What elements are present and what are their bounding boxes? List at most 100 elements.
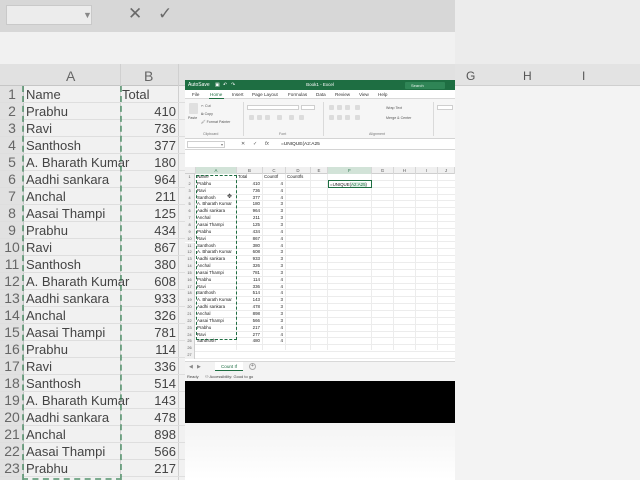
total-cell[interactable]: 326	[237, 263, 262, 270]
total-cell[interactable]: 380	[237, 243, 262, 250]
number-format-dropdown[interactable]	[437, 105, 453, 110]
align-top-icon[interactable]	[329, 105, 334, 110]
copy-button[interactable]: ⧉ Copy	[201, 112, 213, 116]
countif-cell[interactable]: 3	[263, 263, 285, 270]
row-number[interactable]: 10	[185, 235, 195, 243]
cell-c1[interactable]: CountIf	[263, 174, 285, 181]
countif-cell[interactable]: 3	[263, 297, 285, 304]
countif-cell[interactable]: 4	[263, 188, 285, 195]
row-number[interactable]: 14	[185, 263, 195, 270]
total-cell[interactable]: 781	[237, 270, 262, 277]
search-box[interactable]: Search	[405, 81, 445, 89]
orientation-icon[interactable]	[355, 105, 360, 110]
row-number[interactable]: 24	[185, 331, 195, 339]
row-number[interactable]: 9	[185, 228, 195, 236]
wrap-text-button[interactable]: Wrap Text	[386, 106, 402, 110]
row-number[interactable]: 5	[185, 201, 195, 209]
countif-cell[interactable]: 4	[263, 290, 285, 297]
underline-icon[interactable]	[265, 115, 270, 120]
total-cell[interactable]: 217	[237, 325, 262, 332]
countif-cell[interactable]: 3	[263, 270, 285, 277]
align-left-icon[interactable]	[329, 115, 334, 120]
prev-sheet-icon[interactable]: ◀	[189, 364, 193, 370]
total-cell[interactable]: 867	[237, 236, 262, 243]
format-painter-button[interactable]: 🖌 Format Painter	[201, 120, 230, 124]
countif-cell[interactable]: 3	[263, 249, 285, 256]
tab-insert[interactable]: Insert	[232, 92, 244, 97]
row-number[interactable]: 19	[185, 297, 195, 305]
align-middle-icon[interactable]	[337, 105, 342, 110]
total-cell[interactable]: 514	[237, 290, 262, 297]
countif-cell[interactable]: 3	[263, 201, 285, 208]
font-name-dropdown[interactable]	[247, 105, 299, 110]
tab-review[interactable]: Review	[335, 92, 350, 97]
countif-cell[interactable]: 3	[263, 222, 285, 229]
cancel-icon[interactable]: ✕	[241, 141, 245, 147]
indent-icon[interactable]	[355, 115, 360, 120]
accessibility-status[interactable]: ⚇ Accessibility: Good to go	[205, 374, 253, 379]
cell-d1[interactable]: CountIfs	[286, 174, 310, 181]
row-number[interactable]: 12	[185, 249, 195, 257]
enter-check-icon[interactable]: ✓	[253, 141, 257, 147]
total-cell[interactable]: 114	[237, 277, 262, 284]
countif-cell[interactable]: 4	[263, 325, 285, 332]
countif-cell[interactable]: 4	[263, 338, 285, 345]
row-number[interactable]: 1	[185, 174, 195, 181]
row-number[interactable]: 27	[185, 352, 195, 359]
total-cell[interactable]: 478	[237, 304, 262, 311]
total-cell[interactable]: 143	[237, 297, 262, 304]
total-cell[interactable]: 180	[237, 201, 262, 208]
total-cell[interactable]: 125	[237, 222, 262, 229]
total-cell[interactable]: 211	[237, 215, 262, 222]
countif-cell[interactable]: 4	[263, 243, 285, 250]
row-number[interactable]: 6	[185, 208, 195, 216]
countif-cell[interactable]: 3	[263, 318, 285, 325]
countif-cell[interactable]: 3	[263, 208, 285, 215]
tab-home[interactable]: Home	[210, 92, 222, 97]
row-number[interactable]: 17	[185, 283, 195, 291]
row-number[interactable]: 23	[185, 324, 195, 332]
total-cell[interactable]: 377	[237, 195, 262, 202]
row-number[interactable]: 11	[185, 242, 195, 250]
select-all-corner[interactable]	[185, 167, 196, 174]
font-size-dropdown[interactable]	[301, 105, 315, 110]
row-number[interactable]: 25	[185, 338, 195, 346]
row-number[interactable]: 4	[185, 194, 195, 202]
name-box[interactable]: ▾	[187, 141, 225, 148]
next-sheet-icon[interactable]: ▶	[197, 364, 201, 370]
countif-cell[interactable]: 4	[263, 236, 285, 243]
col-header-g[interactable]: G	[372, 167, 394, 174]
bold-icon[interactable]	[249, 115, 254, 120]
col-header-j[interactable]: J	[438, 167, 455, 174]
row-number[interactable]: 7	[185, 215, 195, 222]
formula-input[interactable]: =UNIQUE(A2:A25	[281, 142, 320, 147]
total-cell[interactable]: 480	[237, 338, 262, 345]
countif-cell[interactable]: 4	[263, 181, 285, 188]
tab-formulas[interactable]: Formulas	[288, 92, 307, 97]
total-cell[interactable]: 964	[237, 208, 262, 215]
row-number[interactable]: 16	[185, 276, 195, 284]
sheet-tab-count-if[interactable]: Count If	[215, 362, 243, 371]
align-bottom-icon[interactable]	[345, 105, 350, 110]
countif-cell[interactable]: 4	[263, 284, 285, 291]
col-header-c[interactable]: C	[263, 167, 286, 174]
countif-cell[interactable]: 3	[263, 256, 285, 263]
col-header-e[interactable]: E	[311, 167, 328, 174]
tab-view[interactable]: View	[359, 92, 369, 97]
align-right-icon[interactable]	[345, 115, 350, 120]
countif-cell[interactable]: 4	[263, 229, 285, 236]
row-number[interactable]: 2	[185, 180, 195, 188]
countif-cell[interactable]: 4	[263, 332, 285, 339]
italic-icon[interactable]	[257, 115, 262, 120]
col-header-a[interactable]: A	[196, 167, 237, 174]
countif-cell[interactable]: 3	[263, 304, 285, 311]
tab-file[interactable]: File	[192, 92, 199, 97]
row-number[interactable]: 13	[185, 256, 195, 264]
countif-cell[interactable]: 4	[263, 277, 285, 284]
total-cell[interactable]: 277	[237, 332, 262, 339]
row-number[interactable]: 3	[185, 187, 195, 195]
total-cell[interactable]: 736	[237, 188, 262, 195]
tab-data[interactable]: Data	[316, 92, 326, 97]
align-center-icon[interactable]	[337, 115, 342, 120]
tab-help[interactable]: Help	[378, 92, 387, 97]
